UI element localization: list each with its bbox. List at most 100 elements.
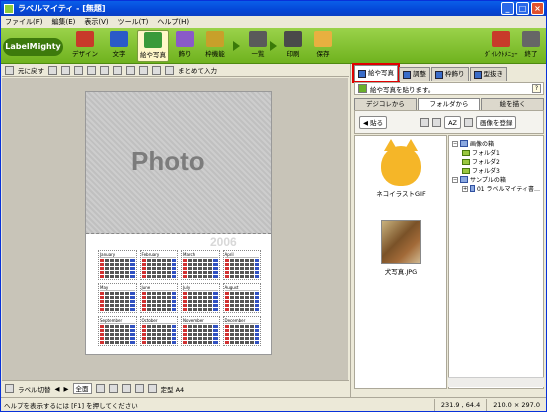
folder-icon bbox=[462, 158, 470, 165]
calendar-year: 2006 bbox=[210, 235, 237, 249]
tree-node[interactable]: フォルダ1 bbox=[452, 148, 540, 157]
thumbnail-dog[interactable]: 犬写真.JPG bbox=[365, 220, 437, 276]
align-icon[interactable] bbox=[100, 65, 109, 75]
close-button[interactable]: × bbox=[531, 2, 544, 15]
app-logo: LabelMighty bbox=[3, 38, 63, 56]
direct-menu-button[interactable]: ﾀﾞｲﾚｸﾄﾒﾆｭｰ bbox=[485, 30, 518, 62]
menu-tools[interactable]: ツール(T) bbox=[118, 17, 149, 27]
tree-node[interactable]: − サンプルの箱 bbox=[452, 175, 540, 184]
front-icon[interactable] bbox=[126, 65, 135, 75]
help-button[interactable]: ? bbox=[532, 84, 541, 93]
photo-placeholder[interactable]: Photo bbox=[86, 92, 271, 234]
month-days bbox=[183, 325, 218, 344]
maximize-button[interactable]: □ bbox=[516, 2, 529, 15]
thumbnail-list: ネコイラストGIF 犬写真.JPG bbox=[354, 135, 447, 389]
month-days bbox=[224, 325, 259, 344]
delete-icon[interactable] bbox=[87, 65, 96, 75]
tab-picture[interactable]: 絵や写真 bbox=[352, 63, 400, 83]
month-name: January bbox=[100, 252, 135, 258]
multi-page-icon[interactable] bbox=[134, 384, 144, 393]
cut-icon[interactable] bbox=[48, 65, 57, 75]
month-days bbox=[224, 292, 259, 311]
group-icon[interactable] bbox=[113, 65, 122, 75]
title-bar[interactable]: ラベルマイティ - [無題] _ □ × bbox=[1, 1, 546, 16]
frame-tab-icon bbox=[435, 70, 443, 79]
tab-adjust[interactable]: 調整 bbox=[399, 67, 430, 81]
tab-from-folder[interactable]: フォルダから bbox=[417, 98, 481, 110]
folder-icon bbox=[462, 167, 470, 174]
print-button[interactable]: 印刷 bbox=[277, 30, 309, 62]
canvas-area[interactable]: Photo 2006 January February March April May J… bbox=[2, 78, 348, 380]
disc-icon bbox=[470, 185, 475, 192]
bottom-toolbar: ラベル切替 ◀ ▶ 全面 定型 A4 bbox=[2, 380, 349, 396]
picture-tab-icon bbox=[358, 69, 366, 78]
tab-digicolle[interactable]: デジコレから bbox=[354, 98, 417, 110]
single-page-icon[interactable] bbox=[121, 384, 131, 393]
copy-icon[interactable] bbox=[61, 65, 70, 75]
calendar-grid[interactable]: January February March April May June July Augu… bbox=[98, 250, 261, 346]
back-icon[interactable] bbox=[139, 65, 148, 75]
frame-icon bbox=[206, 31, 224, 47]
dog-photo bbox=[381, 220, 421, 264]
adjust-tab-icon bbox=[403, 70, 411, 79]
zoom-in-icon[interactable] bbox=[95, 384, 105, 393]
thumbnail-cat[interactable]: ネコイラストGIF bbox=[365, 139, 437, 198]
tree-node-label: 画像の箱 bbox=[470, 141, 495, 148]
picture-button[interactable]: 絵や写真 bbox=[137, 30, 169, 62]
fit-button[interactable]: 全面 bbox=[72, 383, 92, 394]
register-image-button[interactable]: 画像を登録 bbox=[475, 115, 517, 129]
search-icon[interactable] bbox=[463, 117, 473, 127]
paper-size-label[interactable]: 定型 A4 bbox=[161, 384, 185, 394]
expand-toggle-icon[interactable]: − bbox=[452, 140, 458, 147]
paste-button[interactable]: ◀ 貼る bbox=[359, 115, 388, 129]
label-page[interactable]: Photo 2006 January February March April May J… bbox=[85, 91, 272, 355]
tree-node[interactable]: +01 ラベルマイティ書… bbox=[452, 184, 540, 193]
next-arrow-icon[interactable]: ▶ bbox=[64, 385, 69, 393]
sort-button[interactable]: AZ bbox=[444, 115, 461, 129]
prev-arrow-icon[interactable]: ◀ bbox=[55, 385, 60, 393]
cursor-coords: 231.9 , 64.4 bbox=[433, 398, 486, 411]
tab-cutout[interactable]: 型抜き bbox=[469, 67, 507, 81]
direct-menu-icon bbox=[492, 31, 510, 47]
month-days bbox=[141, 259, 176, 278]
calendar-month: October bbox=[139, 316, 178, 346]
list-icon bbox=[249, 31, 267, 47]
menu-view[interactable]: 表示(V) bbox=[84, 17, 108, 27]
cat-illustration bbox=[381, 139, 421, 186]
folder-icon bbox=[462, 149, 470, 156]
expand-toggle-icon[interactable]: − bbox=[452, 176, 458, 183]
frame-button[interactable]: 枠機能 bbox=[199, 30, 231, 62]
menu-edit[interactable]: 編集(E) bbox=[52, 17, 76, 27]
thumbnail-view-icon[interactable] bbox=[420, 117, 430, 127]
zoom-out-icon[interactable] bbox=[108, 384, 118, 393]
tab-frame-decoration[interactable]: 枠飾り bbox=[431, 67, 469, 81]
paste-icon[interactable] bbox=[74, 65, 83, 75]
design-button[interactable]: デザイン bbox=[69, 30, 101, 62]
batch-input-button[interactable]: まとめて入力 bbox=[178, 65, 217, 75]
tab-draw[interactable]: 絵を描く bbox=[481, 98, 545, 110]
status-bar: ヘルプを表示するには [F1] を押してください 231.9 , 64.4 21… bbox=[1, 397, 546, 411]
tree-node[interactable]: フォルダ2 bbox=[452, 157, 540, 166]
calendar-month: February bbox=[139, 250, 178, 280]
cutout-tab-icon bbox=[473, 70, 482, 79]
menu-file[interactable]: ファイル(F) bbox=[5, 17, 43, 27]
month-days bbox=[100, 292, 135, 311]
label-switch-button[interactable]: ラベル切替 bbox=[18, 384, 51, 394]
horizontal-scrollbar[interactable] bbox=[448, 377, 544, 387]
expand-toggle-icon[interactable]: + bbox=[462, 185, 468, 192]
month-name: August bbox=[224, 285, 259, 291]
list-view-icon[interactable] bbox=[432, 117, 442, 127]
menu-help[interactable]: ヘルプ(H) bbox=[157, 17, 189, 27]
text-button[interactable]: 文字 bbox=[103, 30, 135, 62]
decoration-icon bbox=[176, 31, 194, 47]
month-name: April bbox=[224, 252, 259, 258]
grid-icon[interactable] bbox=[152, 65, 161, 75]
tree-node[interactable]: − 画像の箱 bbox=[452, 139, 540, 148]
tree-node[interactable]: フォルダ3 bbox=[452, 166, 540, 175]
save-button[interactable]: 保存 bbox=[307, 30, 339, 62]
exit-button[interactable]: 終了 bbox=[515, 30, 547, 62]
decoration-button[interactable]: 飾り bbox=[169, 30, 201, 62]
minimize-button[interactable]: _ bbox=[501, 2, 514, 15]
tree-node-label: 01 ラベルマイティ書… bbox=[476, 186, 540, 193]
undo-button[interactable]: 元に戻す bbox=[18, 65, 44, 75]
